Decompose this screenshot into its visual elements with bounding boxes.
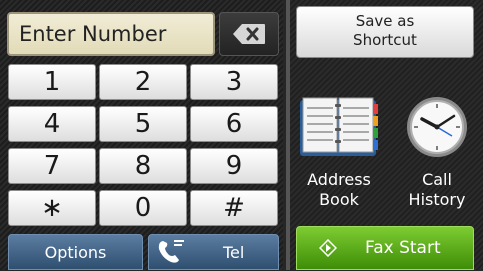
save-shortcut-line1: Save as [355, 12, 415, 30]
save-shortcut-line2: Shortcut [353, 31, 417, 49]
call-history-label: Call History [394, 170, 480, 210]
clock-icon [407, 97, 467, 157]
start-diamond-icon [319, 239, 337, 257]
key-2[interactable]: 2 [99, 64, 187, 100]
backspace-icon [233, 24, 265, 44]
call-history-button[interactable]: Call History [394, 94, 480, 216]
save-as-shortcut-button[interactable]: Save as Shortcut [296, 6, 474, 58]
backspace-button[interactable] [219, 12, 279, 56]
key-4[interactable]: 4 [8, 106, 96, 142]
key-6[interactable]: 6 [190, 106, 278, 142]
key-hash[interactable]: # [190, 190, 278, 226]
key-star[interactable]: ∗ [8, 190, 96, 226]
number-input-placeholder: Enter Number [19, 22, 167, 46]
key-1[interactable]: 1 [8, 64, 96, 100]
key-7[interactable]: 7 [8, 148, 96, 184]
tel-label: Tel [223, 243, 245, 262]
key-0[interactable]: 0 [99, 190, 187, 226]
address-book-line2: Book [319, 190, 359, 209]
key-8[interactable]: 8 [99, 148, 187, 184]
fax-start-button[interactable]: Fax Start [296, 226, 474, 270]
key-3[interactable]: 3 [190, 64, 278, 100]
key-9[interactable]: 9 [190, 148, 278, 184]
fax-start-label: Fax Start [365, 238, 441, 258]
phone-handset-icon [158, 240, 184, 263]
number-input[interactable]: Enter Number [7, 12, 215, 56]
address-book-line1: Address [307, 170, 371, 189]
tel-button[interactable]: Tel [148, 234, 279, 270]
address-book-icon [300, 97, 378, 156]
address-book-label: Address Book [294, 170, 384, 210]
options-label: Options [44, 243, 107, 262]
address-book-button[interactable]: Address Book [294, 94, 384, 216]
call-history-line2: History [408, 190, 466, 209]
options-button[interactable]: Options [8, 234, 143, 270]
key-5[interactable]: 5 [99, 106, 187, 142]
call-history-line1: Call [422, 170, 452, 189]
